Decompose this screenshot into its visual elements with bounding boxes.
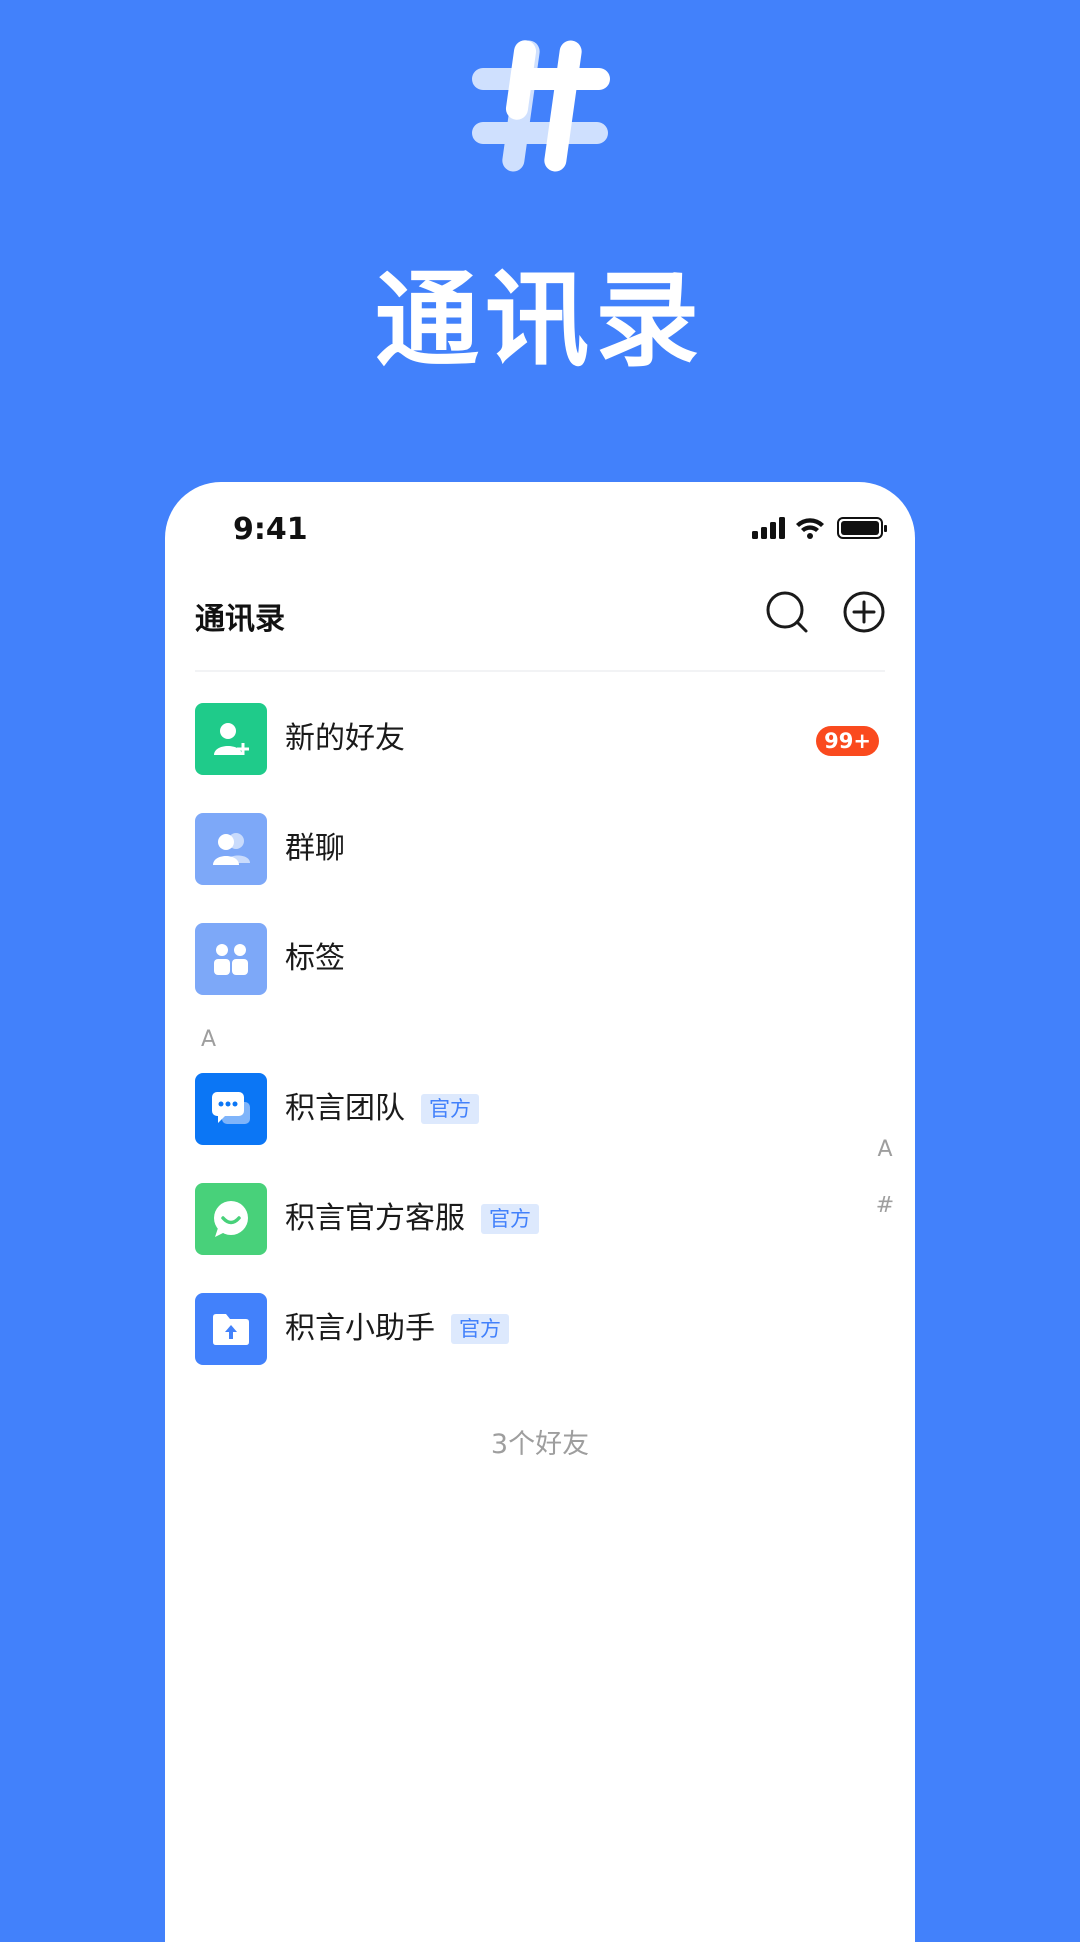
status-time: 9:41 <box>233 512 308 547</box>
official-tag: 官方 <box>451 1314 509 1344</box>
signal-icon <box>752 517 785 539</box>
upload-folder-icon <box>195 1293 267 1365</box>
status-icons <box>752 517 887 539</box>
new-friends-label: 新的好友 <box>285 721 405 756</box>
contact-name: 积言官方客服 <box>285 1201 465 1236</box>
nav-bar: 通讯录 <box>165 572 915 672</box>
group-chat-label: 群聊 <box>285 831 345 866</box>
section-header-a: A <box>201 1027 217 1052</box>
contact-name: 积言团队 <box>285 1091 405 1126</box>
contact-row[interactable]: 积言团队 官方 <box>195 1073 885 1145</box>
index-letter-hash[interactable]: # <box>865 1178 905 1234</box>
app-logo-hash-icon <box>472 40 610 172</box>
search-icon[interactable] <box>765 590 809 634</box>
index-letter-a[interactable]: A <box>865 1122 905 1178</box>
divider <box>195 670 885 672</box>
phone-screen: 9:41 通讯录 新的好友 99+ 群聊 标签 A 积言团队 官方 积言官方客服… <box>165 482 915 1942</box>
new-friends-badge: 99+ <box>816 726 879 756</box>
tag-people-icon <box>195 923 267 995</box>
group-icon <box>195 813 267 885</box>
chat-bubble-icon <box>195 1073 267 1145</box>
plus-circle-icon[interactable] <box>842 590 886 634</box>
hero-title: 通讯录 <box>374 259 705 381</box>
battery-icon <box>837 517 887 539</box>
contact-row[interactable]: 积言官方客服 官方 <box>195 1183 885 1255</box>
nav-title: 通讯录 <box>195 602 285 637</box>
add-user-icon <box>195 703 267 775</box>
smile-chat-icon <box>195 1183 267 1255</box>
official-tag: 官方 <box>421 1094 479 1124</box>
status-bar: 9:41 <box>165 482 915 572</box>
tags-row[interactable]: 标签 <box>195 923 885 995</box>
wifi-icon <box>796 518 824 539</box>
alphabet-index-bar: A # <box>865 1122 905 1234</box>
tags-label: 标签 <box>285 941 345 976</box>
friend-count: 3个好友 <box>490 1429 590 1460</box>
official-tag: 官方 <box>481 1204 539 1234</box>
new-friends-row[interactable]: 新的好友 99+ <box>195 703 885 775</box>
group-chat-row[interactable]: 群聊 <box>195 813 885 885</box>
contact-row[interactable]: 积言小助手 官方 <box>195 1293 885 1365</box>
contact-name: 积言小助手 <box>285 1311 435 1346</box>
